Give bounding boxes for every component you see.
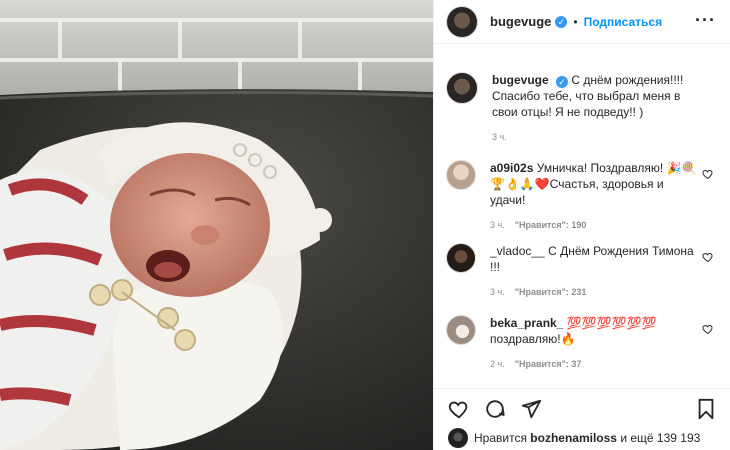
comment-icon[interactable] (484, 398, 506, 420)
post-photo[interactable] (0, 0, 433, 450)
likes-prefix: Нравится (474, 431, 527, 445)
comment-heart-icon[interactable] (702, 168, 714, 180)
bookmark-icon[interactable] (696, 398, 716, 420)
verified-badge-icon: ✓ (555, 15, 568, 28)
separator-dot: • (573, 14, 578, 29)
follow-button[interactable]: Подписаться (584, 15, 662, 29)
comment-author[interactable]: a09i02s (490, 161, 533, 175)
likes-summary: Нравится bozhenamiloss и ещё 139 193 (448, 428, 718, 448)
liker-avatar[interactable] (448, 428, 468, 448)
share-icon[interactable] (520, 398, 542, 420)
commenter-avatar[interactable] (446, 243, 476, 273)
commenter-avatar[interactable] (446, 315, 476, 345)
post-header: bugevuge ✓ • Подписаться ··· (434, 0, 730, 44)
comment-likes[interactable]: "Нравится": 231 (515, 287, 587, 297)
comment-author[interactable]: beka_prank_ (490, 316, 563, 330)
author-avatar[interactable] (446, 5, 478, 38)
heart-icon[interactable] (448, 398, 470, 420)
comment-author[interactable]: _vladoc__ (490, 244, 545, 258)
comment-item: a09i02s Умничка! Поздравляю! 🎉🍭🏆👌🙏❤️Счас… (446, 160, 718, 230)
newborn-baby-photo (0, 0, 433, 450)
comment-likes[interactable]: "Нравится": 190 (515, 220, 587, 230)
comments-list[interactable]: bugevuge ✓ С днём рождения!!!! Спасибо т… (434, 44, 730, 388)
commenter-avatar[interactable] (446, 160, 476, 190)
comment-item: beka_prank_ 💯💯💯💯💯💯 поздравляю!🔥 2 ч. "Нр… (446, 315, 718, 369)
author-avatar[interactable] (446, 72, 478, 104)
author-username[interactable]: bugevuge (490, 14, 551, 29)
verified-badge-icon: ✓ (556, 76, 569, 88)
post-side-panel: bugevuge ✓ • Подписаться ··· bugevuge ✓ … (433, 0, 730, 450)
comment-heart-icon[interactable] (702, 251, 714, 263)
comment-item: _vladoc__ С Днём Рождения Тимона !!! 3 ч… (446, 243, 718, 297)
post-caption: bugevuge ✓ С днём рождения!!!! Спасибо т… (446, 72, 718, 142)
comment-time[interactable]: 2 ч. (490, 359, 505, 369)
comment-likes[interactable]: "Нравится": 37 (515, 359, 582, 369)
likes-count[interactable]: и ещё 139 193 (620, 431, 700, 445)
comment-heart-icon[interactable] (702, 323, 714, 335)
post-actions: Нравится bozhenamiloss и ещё 139 193 (434, 388, 730, 450)
comment-time[interactable]: 3 ч. (490, 287, 505, 297)
caption-author[interactable]: bugevuge (492, 73, 549, 87)
comment-time[interactable]: 3 ч. (490, 220, 505, 230)
more-icon[interactable]: ··· (695, 11, 716, 29)
liker-username[interactable]: bozhenamiloss (530, 431, 617, 445)
caption-time[interactable]: 3 ч. (492, 132, 507, 142)
